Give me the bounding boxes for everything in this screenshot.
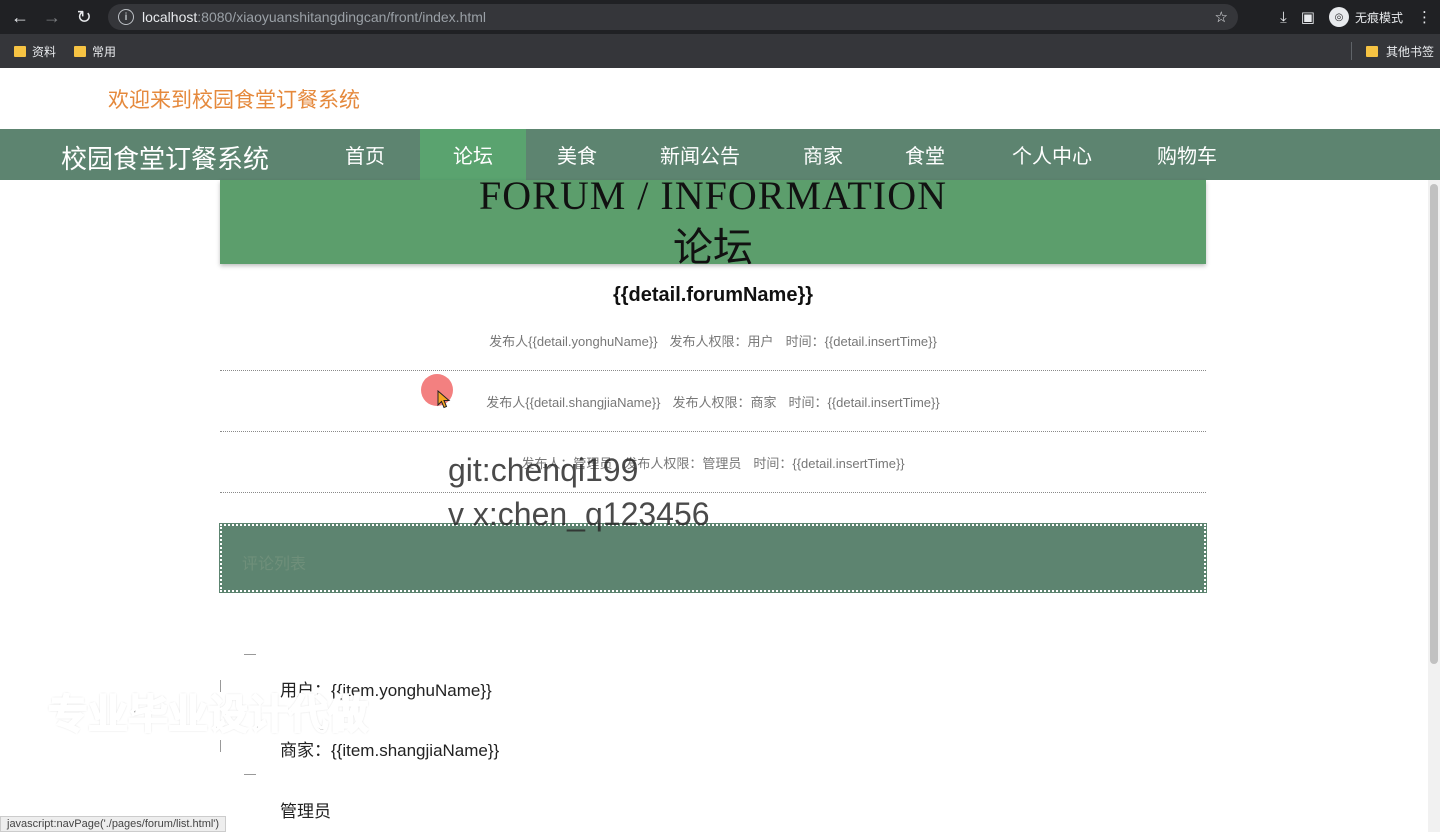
comment-list-panel: 评论列表 (219, 523, 1207, 593)
folder-icon (74, 45, 87, 57)
nav-forum[interactable]: 论坛 (420, 129, 526, 180)
main-nav: 校园食堂订餐系统 首页 论坛 美食 新闻公告 商家 食堂 个人中心 购物车 (0, 129, 1440, 180)
reload-icon[interactable]: ↻ (68, 7, 100, 28)
scrollbar-thumb[interactable] (1430, 184, 1438, 664)
welcome-text: 欢迎来到校园食堂订餐系统 (108, 89, 360, 112)
nav-merchants[interactable]: 商家 (776, 129, 870, 180)
nav-cart[interactable]: 购物车 (1140, 129, 1234, 180)
menu-icon[interactable]: ⋮ (1417, 8, 1432, 26)
publish-time: 时间：{{detail.insertTime}} (788, 394, 940, 410)
comment-list-title: 评论列表 (242, 556, 307, 573)
meta-row-merchant: 发布人{{detail.shangjiaName}} 发布人权限：商家 时间：{… (220, 371, 1206, 432)
bookmark-separator (1350, 42, 1352, 60)
folder-icon (1365, 45, 1378, 57)
nav-home[interactable]: 首页 (318, 129, 412, 180)
site-brand[interactable]: 校园食堂订餐系统 (61, 139, 269, 176)
link-status-bar: javascript:navPage('./pages/forum/list.h… (0, 816, 227, 832)
watermark-git: git:chenqi199 (448, 452, 639, 488)
incognito-label: 无痕模式 (1354, 10, 1403, 25)
meta-row-admin: 发布人：管理员 发布人权限：管理员 时间：{{detail.insertTime… (220, 432, 1206, 493)
bookmark-folder-1[interactable]: 资料 (14, 43, 56, 60)
site-info-icon[interactable]: i (118, 9, 134, 25)
banner-chinese-title: 论坛 (673, 226, 753, 264)
publisher-role: 发布人权限：用户 (669, 333, 774, 349)
meta-row-user: 发布人{{detail.yonghuName}} 发布人权限：用户 时间：{{d… (220, 310, 1206, 371)
mouse-cursor-icon (437, 390, 451, 409)
publisher: 发布人{{detail.yonghuName}} (489, 333, 658, 349)
forum-banner: FORUM / INFORMATION 论坛 (220, 180, 1206, 264)
publish-time: 时间：{{detail.insertTime}} (785, 333, 937, 349)
folder-icon (14, 45, 26, 57)
download-icon[interactable]: ⤓ (1280, 9, 1287, 26)
nav-food[interactable]: 美食 (530, 129, 624, 180)
back-icon[interactable]: ← (4, 7, 36, 28)
watermark-ad: 专业毕业设计代做 (47, 692, 369, 738)
comment-item-admin: 管理员 (280, 802, 331, 821)
bookmark-star-icon[interactable]: ☆ (1215, 8, 1228, 26)
list-divider (244, 654, 256, 655)
url-text[interactable]: localhost:8080/xiaoyuanshitangdingcan/fr… (142, 9, 486, 25)
publisher-role: 发布人权限：管理员 (624, 455, 742, 471)
side-panel-icon[interactable]: ▣ (1301, 8, 1315, 26)
browser-toolbar: ← → ↻ i localhost:8080/xiaoyuanshitangdi… (0, 0, 1440, 34)
watermark-wechat: v x:chen_q123456 (448, 496, 710, 532)
incognito-icon: ◎ (1328, 7, 1349, 27)
bookmarks-bar: 资料 常用 其他书签 (0, 34, 1440, 68)
list-divider (244, 774, 256, 775)
list-divider (220, 740, 221, 752)
forward-icon[interactable]: → (36, 7, 68, 28)
nav-news[interactable]: 新闻公告 (640, 129, 760, 180)
nav-canteen[interactable]: 食堂 (878, 129, 972, 180)
banner-english-title: FORUM / INFORMATION (479, 180, 947, 218)
incognito-indicator[interactable]: ◎ 无痕模式 (1328, 7, 1403, 27)
other-bookmarks[interactable]: 其他书签 (1386, 43, 1434, 60)
address-bar[interactable]: i localhost:8080/xiaoyuanshitangdingcan/… (108, 4, 1238, 30)
publisher: 发布人{{detail.shangjiaName}} (486, 394, 661, 410)
nav-profile[interactable]: 个人中心 (996, 129, 1108, 180)
publish-time: 时间：{{detail.insertTime}} (753, 455, 905, 471)
forum-title: {{detail.forumName}} (612, 284, 814, 306)
page-scrollbar[interactable] (1428, 180, 1440, 832)
bookmark-folder-2[interactable]: 常用 (74, 43, 116, 60)
publisher-role: 发布人权限：商家 (672, 394, 777, 410)
